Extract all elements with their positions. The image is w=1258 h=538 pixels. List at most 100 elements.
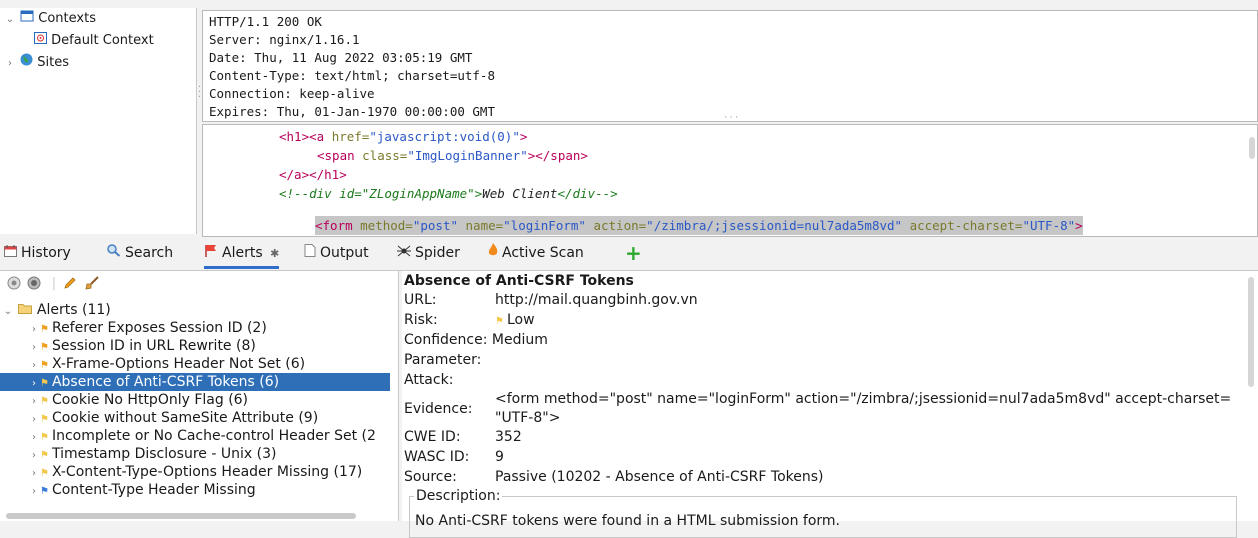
chevron-right-icon[interactable]: › (28, 375, 40, 391)
alert-item[interactable]: › ⚑ Session ID in URL Rewrite (8) (0, 337, 390, 355)
alert-item[interactable]: › ⚑ Incomplete or No Cache-control Header … (0, 427, 390, 445)
scope-globe-icon[interactable] (26, 276, 42, 292)
alert-item[interactable]: › ⚑ X-Frame-Options Header Not Set (6) (0, 355, 390, 373)
search-icon (107, 238, 121, 269)
alerts-horizontal-scrollbar[interactable] (6, 513, 356, 519)
description-box: Description: No Anti-CSRF tokens were fo… (409, 488, 1237, 538)
source-label: Source: (404, 469, 457, 485)
chevron-right-icon[interactable]: › (28, 447, 40, 463)
chevron-right-icon[interactable]: › (28, 411, 40, 427)
header-line: Date: Thu, 11 Aug 2022 03:05:19 GMT (209, 50, 473, 65)
description-label: Description: (414, 488, 503, 504)
description-text: No Anti-CSRF tokens were found in a HTML… (415, 513, 840, 529)
folder-icon (18, 302, 33, 318)
toolbar-divider: | (51, 276, 57, 291)
low-risk-flag-icon: ⚑ (495, 316, 504, 327)
filter-circle-icon[interactable] (6, 276, 22, 292)
chevron-down-icon[interactable]: ⌄ (2, 303, 14, 319)
chevron-right-icon[interactable]: › (28, 465, 40, 481)
chevron-right-icon[interactable]: › (4, 53, 16, 75)
chevron-right-icon[interactable]: › (28, 429, 40, 445)
source-value: Passive (10202 - Absence of Anti-CSRF To… (495, 469, 824, 485)
body-line-4: <!--div id="ZLoginAppName">Web Client</d… (279, 186, 618, 201)
delete-alert-broom-icon[interactable] (84, 276, 100, 292)
tab-alerts[interactable]: Alerts ✱ (204, 238, 280, 269)
low-risk-flag-icon: ⚑ (40, 414, 49, 425)
pane-resize-grip[interactable]: · · · (198, 83, 201, 103)
tree-label-contexts: Contexts (38, 11, 96, 26)
response-body-pane[interactable]: <h1><a href="javascript:void(0)"> <span … (202, 124, 1258, 237)
alerts-tree-pane: | ⌄ Alerts (11) › ⚑ Referer Exposes Sessio… (0, 271, 399, 521)
tree-node-default-context[interactable]: Default Context (0, 30, 196, 52)
splitter-grip[interactable]: ··· (723, 113, 739, 121)
evidence-label: Evidence: (404, 401, 473, 417)
alert-item-label: Content-Type Header Missing (51, 482, 256, 498)
alerts-toolbar: | (0, 271, 398, 297)
tree-label-default-context: Default Context (51, 33, 154, 48)
alert-item[interactable]: › ⚑ Timestamp Disclosure - Unix (3) (0, 445, 390, 463)
alert-item[interactable]: › ⚑ Cookie without SameSite Attribute (9) (0, 409, 390, 427)
tab-history[interactable]: History (4, 238, 71, 269)
alert-item[interactable]: › ⚑ X-Content-Type-Options Header Missing … (0, 463, 390, 481)
cwe-value: 352 (495, 429, 522, 445)
low-risk-flag-icon: ⚑ (40, 396, 49, 407)
chevron-right-icon[interactable]: › (28, 339, 40, 355)
globe-icon (20, 53, 33, 70)
confidence-label: Confidence: Medium (404, 332, 548, 348)
active-scan-icon (488, 238, 498, 269)
wasc-label: WASC ID: (404, 449, 470, 465)
alert-item[interactable]: › ⚑ Content-Type Header Missing (0, 481, 390, 499)
detail-scrollbar[interactable] (1248, 277, 1254, 387)
medium-risk-flag-icon: ⚑ (40, 324, 49, 335)
low-risk-flag-icon: ⚑ (40, 468, 49, 479)
tree-node-sites[interactable]: › Sites (0, 52, 196, 74)
alert-item-label: Absence of Anti-CSRF Tokens (6) (51, 374, 280, 390)
alert-item[interactable]: › ⚑ Absence of Anti-CSRF Tokens (6) (0, 373, 390, 391)
header-line: Content-Type: text/html; charset=utf-8 (209, 68, 495, 83)
risk-value: ⚑ Low (495, 312, 535, 328)
edit-alert-pencil-icon[interactable] (62, 276, 78, 292)
alert-item-label: X-Frame-Options Header Not Set (6) (51, 356, 306, 372)
parameter-label: Parameter: (404, 352, 482, 368)
tab-active-scan[interactable]: Active Scan (488, 238, 584, 269)
tab-output[interactable]: Output (304, 238, 369, 269)
alert-item-label: Referer Exposes Session ID (2) (51, 320, 267, 336)
alert-item[interactable]: › ⚑ Referer Exposes Session ID (2) (0, 319, 390, 337)
alert-item-label: Timestamp Disclosure - Unix (3) (51, 446, 277, 462)
tab-search[interactable]: Search (107, 238, 173, 269)
alerts-root-node[interactable]: ⌄ Alerts (11) (0, 301, 390, 319)
body-scrollbar[interactable] (1249, 137, 1255, 159)
alert-title: Absence of Anti-CSRF Tokens (404, 273, 634, 289)
chevron-right-icon[interactable]: › (28, 483, 40, 499)
alert-item-label: Session ID in URL Rewrite (8) (51, 338, 256, 354)
tree-node-contexts[interactable]: ⌄ Contexts (0, 8, 196, 30)
alert-item[interactable]: › ⚑ Cookie No HttpOnly Flag (6) (0, 391, 390, 409)
chevron-right-icon[interactable]: › (28, 393, 40, 409)
evidence-value-line-2: "UTF-8"> (495, 410, 561, 426)
attack-label: Attack: (404, 372, 454, 388)
tab-spider[interactable]: Spider (397, 238, 460, 269)
body-line-2: <span class="ImgLoginBanner"></span> (317, 148, 588, 163)
tree-label-sites: Sites (37, 55, 70, 70)
spider-icon (397, 238, 411, 269)
confidence-value: Medium (491, 332, 548, 348)
add-tab-plus-icon[interactable]: + (625, 238, 642, 269)
url-value: http://mail.quangbinh.gov.vn (495, 292, 698, 308)
chevron-right-icon[interactable]: › (28, 357, 40, 373)
body-line-3: </a></h1> (279, 167, 347, 182)
alert-detail-pane: Absence of Anti-CSRF Tokens URL: http://… (402, 271, 1258, 538)
history-icon (4, 238, 17, 269)
body-line-1: <h1><a href="javascript:void(0)"> (279, 129, 528, 144)
header-line: Server: nginx/1.16.1 (209, 32, 360, 47)
splitter-grip[interactable]: ··· (617, 225, 633, 235)
header-line: HTTP/1.1 200 OK (209, 14, 322, 29)
pin-icon[interactable]: ✱ (270, 247, 279, 260)
response-header-pane[interactable]: HTTP/1.1 200 OK Server: nginx/1.16.1 Dat… (202, 10, 1258, 122)
alert-item-label: Cookie No HttpOnly Flag (6) (51, 392, 249, 408)
chevron-down-icon[interactable]: ⌄ (4, 9, 16, 31)
medium-risk-flag-icon: ⚑ (40, 342, 49, 353)
wasc-value: 9 (495, 449, 504, 465)
context-target-icon (34, 32, 47, 48)
cwe-label: CWE ID: (404, 429, 461, 445)
chevron-right-icon[interactable]: › (28, 321, 40, 337)
